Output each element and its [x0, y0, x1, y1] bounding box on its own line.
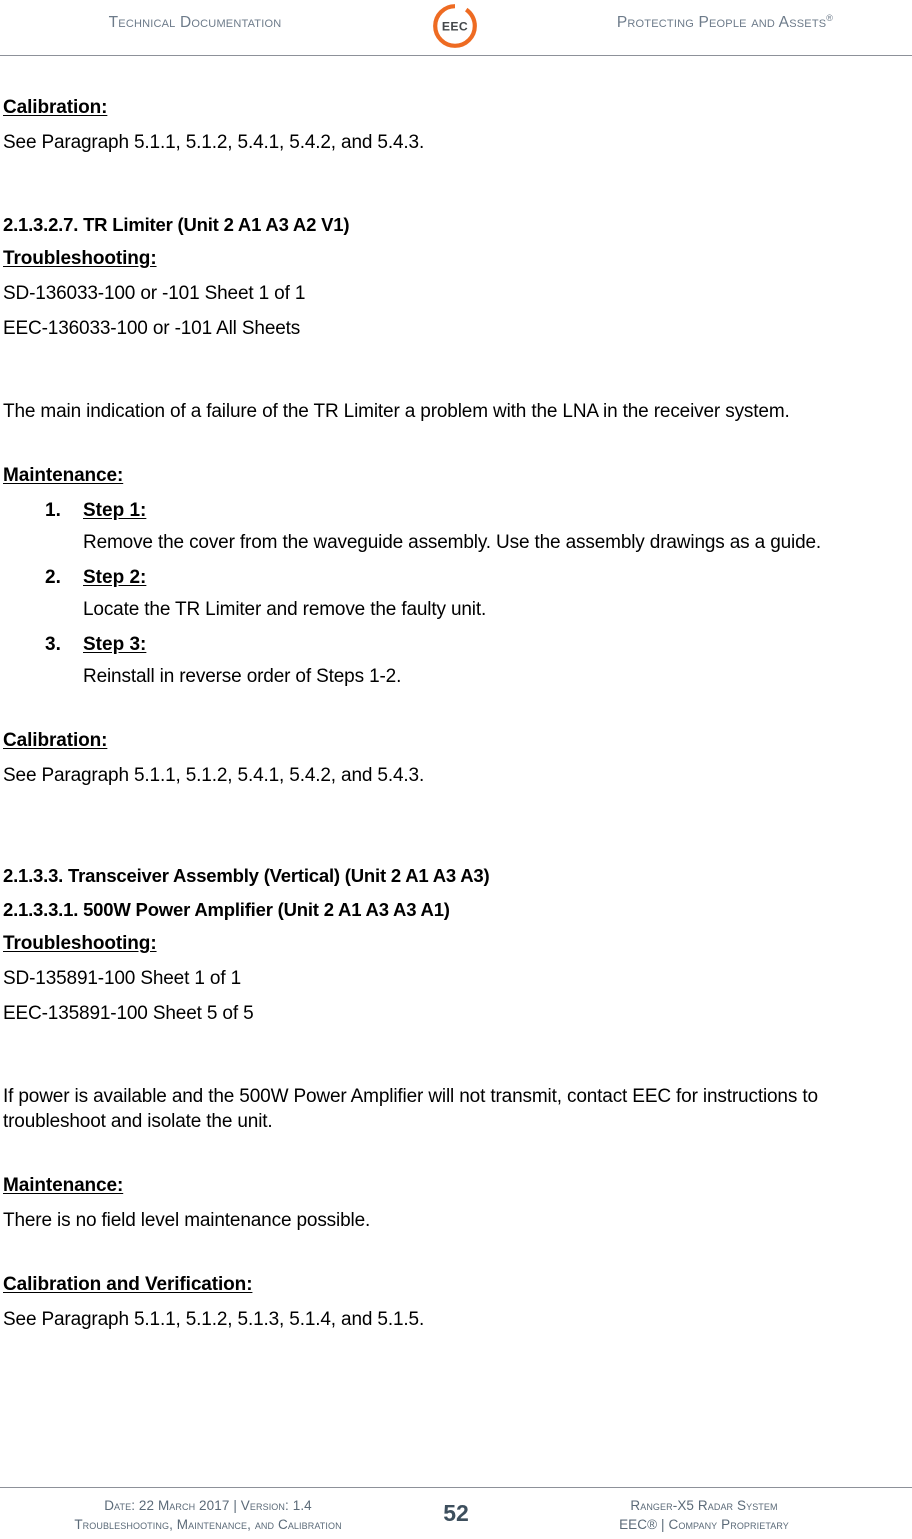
- step-number: 2.: [45, 567, 61, 588]
- maintenance-heading-power-amp: Maintenance:: [3, 1175, 124, 1196]
- maintenance-text-power-amp: There is no field level maintenance poss…: [3, 1210, 371, 1231]
- step-title: Step 1:: [83, 500, 147, 521]
- list-item: 3. Step 3: Reinstall in reverse order of…: [3, 622, 909, 689]
- section-heading-2-1-3-3-1: 2.1.3.3.1. 500W Power Amplifier (Unit 2 …: [3, 899, 450, 920]
- step-row: 1. Step 1:: [3, 498, 909, 524]
- footer-proprietary-notice: EEC® | Company Proprietary: [619, 1517, 789, 1532]
- step-number: 1.: [45, 500, 61, 521]
- page-footer: Date: 22 March 2017 | Version: 1.4 Troub…: [0, 1459, 912, 1539]
- document-content: Calibration: See Paragraph 5.1.1, 5.1.2,…: [3, 56, 909, 1332]
- calibration-heading-tr-limiter: Calibration:: [3, 730, 108, 751]
- section-heading-2-1-3-2-7: 2.1.3.2.7. TR Limiter (Unit 2 A1 A3 A2 V…: [3, 214, 350, 235]
- step-body: Remove the cover from the waveguide asse…: [83, 532, 822, 553]
- calibration-verification-heading-power-amp: Calibration and Verification:: [3, 1274, 253, 1295]
- header-left-label: Technical Documentation: [108, 14, 282, 31]
- calibration-text-top: See Paragraph 5.1.1, 5.1.2, 5.4.1, 5.4.2…: [3, 132, 425, 153]
- page-header: Technical Documentation EEC Protecting P…: [0, 0, 912, 56]
- calibration-verification-text-power-amp: See Paragraph 5.1.1, 5.1.2, 5.1.3, 5.1.4…: [3, 1309, 425, 1330]
- step-number: 3.: [45, 634, 61, 655]
- step-body: Locate the TR Limiter and remove the fau…: [83, 599, 487, 620]
- section-heading-2-1-3-3: 2.1.3.3. Transceiver Assembly (Vertical)…: [3, 865, 490, 886]
- header-registered-mark: ®: [826, 12, 834, 23]
- step-row: 2. Step 2:: [3, 565, 909, 591]
- troubleshooting-ref2-power-amp: EEC-135891-100 Sheet 5 of 5: [3, 1003, 254, 1024]
- footer-right-block: Ranger-X5 Radar System EEC® | Company Pr…: [504, 1496, 904, 1534]
- maintenance-step-list: 1. Step 1: Remove the cover from the wav…: [3, 498, 909, 689]
- calibration-heading-top: Calibration:: [3, 97, 108, 118]
- footer-divider: [0, 1487, 912, 1488]
- svg-text:EEC: EEC: [442, 19, 468, 33]
- page-number: 52: [443, 1500, 469, 1526]
- footer-product-name: Ranger-X5 Radar System: [630, 1498, 778, 1513]
- list-item: 1. Step 1: Remove the cover from the wav…: [3, 498, 909, 555]
- document-page: Technical Documentation EEC Protecting P…: [0, 0, 912, 1539]
- footer-left-block: Date: 22 March 2017 | Version: 1.4 Troub…: [8, 1496, 408, 1534]
- eec-logo-icon: EEC: [432, 3, 478, 49]
- step-body: Reinstall in reverse order of Steps 1-2.: [83, 666, 402, 687]
- header-tagline-text: Protecting People and Assets: [616, 14, 827, 31]
- step-title: Step 2:: [83, 567, 147, 588]
- tr-limiter-description: The main indication of a failure of the …: [3, 401, 790, 422]
- footer-date-version: Date: 22 March 2017 | Version: 1.4: [104, 1498, 312, 1513]
- troubleshooting-ref1-tr-limiter: SD-136033-100 or -101 Sheet 1 of 1: [3, 283, 306, 304]
- list-item: 2. Step 2: Locate the TR Limiter and rem…: [3, 555, 909, 622]
- step-title: Step 3:: [83, 634, 147, 655]
- power-amp-description: If power is available and the 500W Power…: [3, 1086, 818, 1132]
- troubleshooting-heading-tr-limiter: Troubleshooting:: [3, 248, 157, 269]
- troubleshooting-ref1-power-amp: SD-135891-100 Sheet 1 of 1: [3, 968, 241, 989]
- troubleshooting-heading-power-amp: Troubleshooting:: [3, 933, 157, 954]
- troubleshooting-ref2-tr-limiter: EEC-136033-100 or -101 All Sheets: [3, 318, 301, 339]
- footer-document-subject: Troubleshooting, Maintenance, and Calibr…: [74, 1517, 342, 1532]
- header-right-label: Protecting People and Assets®: [560, 12, 890, 32]
- calibration-text-tr-limiter: See Paragraph 5.1.1, 5.1.2, 5.4.1, 5.4.2…: [3, 765, 425, 786]
- step-row: 3. Step 3:: [3, 632, 909, 658]
- maintenance-heading-tr-limiter: Maintenance:: [3, 465, 124, 486]
